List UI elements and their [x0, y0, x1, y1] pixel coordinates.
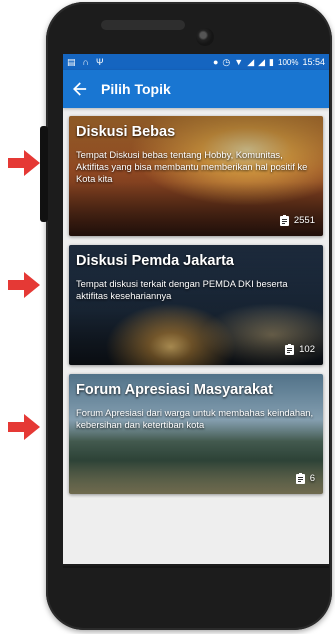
topic-post-count: 2551 [279, 215, 315, 226]
topic-description: Tempat Diskusi bebas tentang Hobby, Komu… [76, 149, 308, 184]
clock: 15:54 [302, 57, 325, 67]
topic-title: Forum Apresiasi Masyarakat [76, 382, 273, 398]
topic-count-value: 6 [309, 473, 315, 484]
earpiece-speaker [101, 20, 185, 30]
app-bar: Pilih Topik [63, 70, 329, 108]
location-icon: ● [212, 56, 219, 67]
topic-card-diskusi-pemda-jakarta[interactable]: Diskusi Pemda Jakarta Tempat diskusi ter… [69, 245, 323, 365]
page-title: Pilih Topik [101, 81, 171, 97]
usb-icon: Ψ [95, 56, 104, 67]
wifi-icon: ▼ [234, 56, 244, 67]
back-arrow-icon[interactable] [73, 82, 87, 96]
signal-icon: ◢ [258, 56, 266, 67]
front-camera [196, 28, 214, 46]
topic-description: Tempat diskusi terkait dengan PEMDA DKI … [76, 278, 288, 301]
bottom-bezel [63, 566, 329, 568]
alarm-icon: ◷ [222, 56, 231, 67]
topic-count-value: 2551 [293, 215, 315, 226]
pointer-arrow-icon [8, 272, 40, 298]
topic-count-value: 102 [299, 344, 315, 355]
clipboard-icon [285, 344, 295, 355]
topic-description: Forum Apresiasi dari warga untuk membaha… [76, 407, 314, 430]
pointer-arrow-icon [8, 414, 40, 440]
status-bar: ▤ ∩ Ψ ● ◷ ▼ ◢ ◢ ▮ 100% 15:54 [63, 54, 329, 70]
side-button [40, 126, 48, 222]
topic-title: Diskusi Pemda Jakarta [76, 253, 234, 269]
pointer-arrow-icon [8, 150, 40, 176]
topic-card-forum-apresiasi[interactable]: Forum Apresiasi Masyarakat Forum Apresia… [69, 374, 323, 494]
topic-card-diskusi-bebas[interactable]: Diskusi Bebas Tempat Diskusi bebas tenta… [69, 116, 323, 236]
headset-icon: ∩ [82, 56, 89, 67]
topic-title: Diskusi Bebas [76, 124, 176, 140]
topic-post-count: 6 [295, 473, 315, 484]
phone-screen: ▤ ∩ Ψ ● ◷ ▼ ◢ ◢ ▮ 100% 15:54 Pilih Topik… [63, 54, 329, 564]
topic-list: Diskusi Bebas Tempat Diskusi bebas tenta… [63, 108, 329, 494]
clipboard-icon [279, 215, 289, 226]
battery-level: 100% [278, 57, 299, 67]
message-icon: ▤ [67, 56, 76, 67]
signal-icon: ◢ [247, 56, 255, 67]
battery-icon: ▮ [269, 56, 274, 67]
topic-post-count: 102 [285, 344, 315, 355]
clipboard-icon [295, 473, 305, 484]
